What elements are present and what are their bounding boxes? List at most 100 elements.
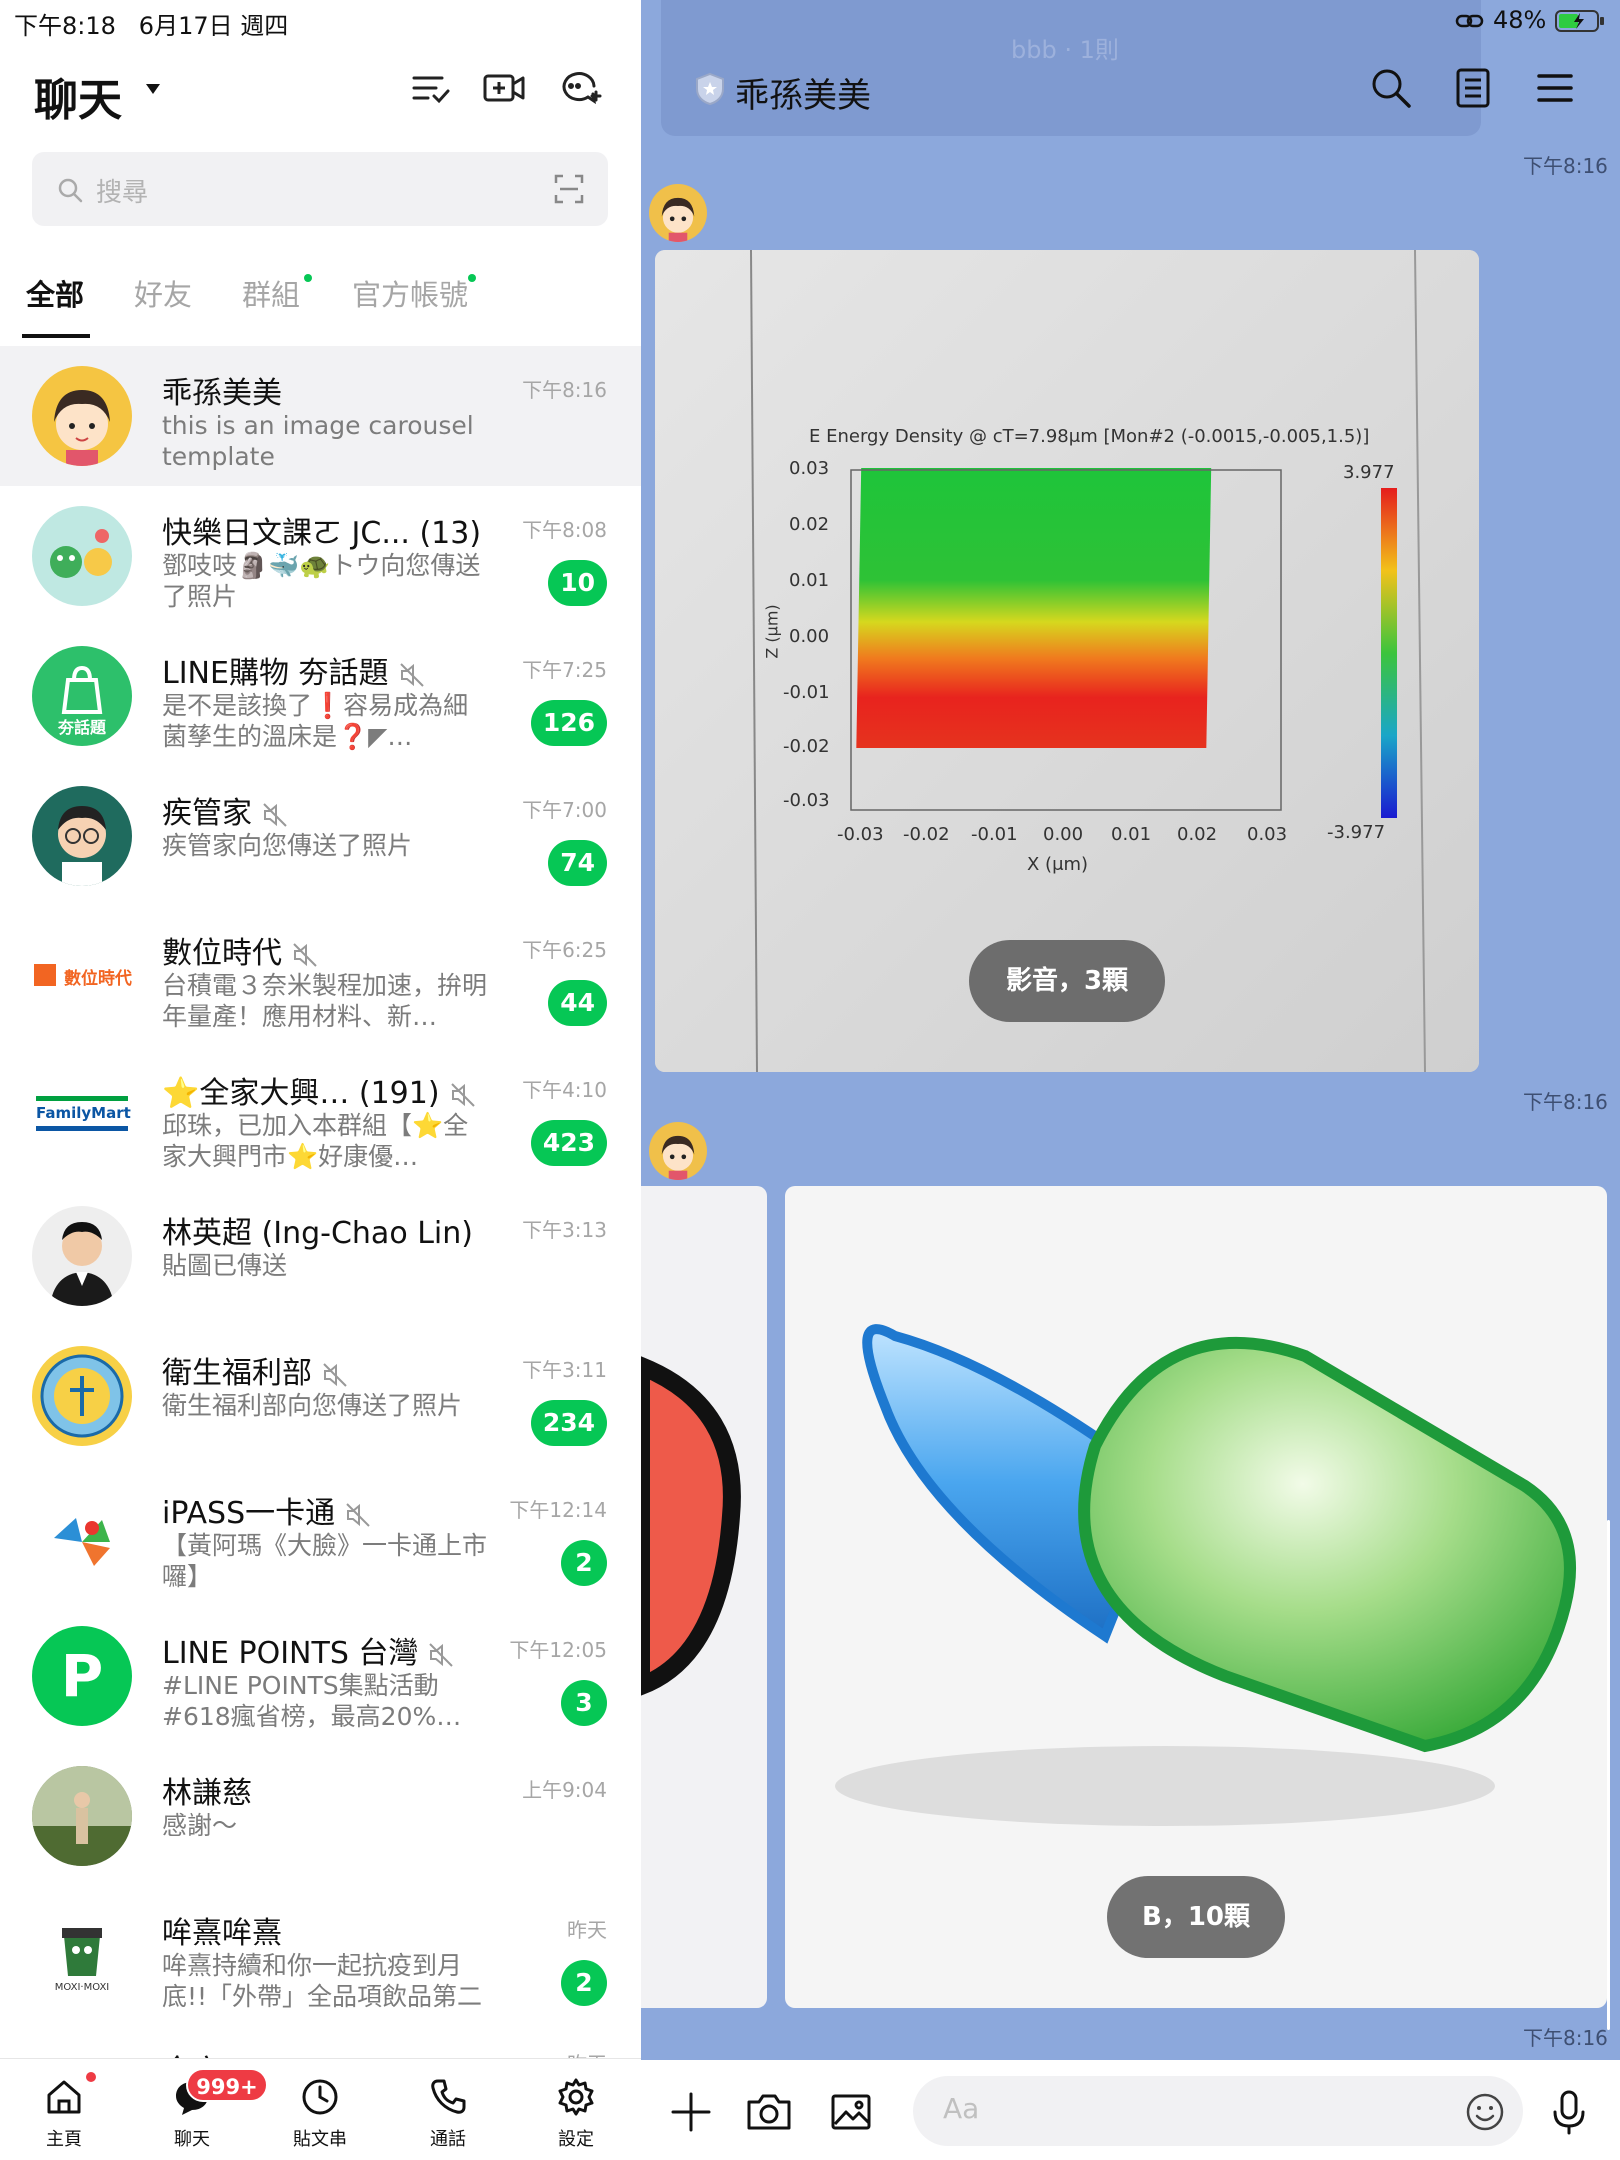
search-bar[interactable]: 搜尋 bbox=[32, 152, 608, 226]
mute-icon bbox=[429, 1642, 454, 1667]
unread-badge: 3 bbox=[561, 1680, 607, 1726]
new-chat-icon[interactable] bbox=[558, 66, 602, 110]
search-input[interactable]: 搜尋 bbox=[96, 172, 148, 209]
avatar bbox=[32, 1486, 132, 1586]
tab-all[interactable]: 全部 bbox=[26, 272, 84, 314]
carousel-card-previous[interactable] bbox=[641, 1186, 767, 2008]
chat-name: 林英超 (Ing-Chao Lin) bbox=[162, 1216, 473, 1251]
chat-row[interactable]: 夯話題 LINE購物 夯話題 是不是該換了❗容易成為細菌孳生的溫床是❓◤… 下午… bbox=[0, 626, 641, 766]
mute-icon bbox=[450, 1082, 475, 1107]
camera-icon[interactable] bbox=[745, 2090, 793, 2134]
chat-row[interactable]: 快樂日文課ㄛ JC... (13) 鄧吱吱🗿🐳🐢トウ向您傳送了照片 下午8:08… bbox=[0, 486, 641, 626]
chat-name: 哞熹哞熹 bbox=[162, 1916, 282, 1951]
chat-name: ⭐全家大興… (191) bbox=[162, 1068, 476, 1112]
plus-icon[interactable] bbox=[669, 2090, 713, 2134]
chat-list-pane: 下午8:18 6月17日 週四 聊天 搜尋 全部 好友 群組 官方帳號 乖孫美美… bbox=[0, 0, 641, 2160]
carousel-card-capsule[interactable]: B，10顆 bbox=[785, 1186, 1607, 2008]
avatar bbox=[32, 1766, 132, 1866]
message-input-bar: Aa bbox=[641, 2060, 1620, 2160]
image-icon[interactable] bbox=[829, 2090, 873, 2134]
chat-tabs: 全部 好友 群組 官方帳號 bbox=[0, 266, 641, 340]
avatar bbox=[32, 1346, 132, 1446]
status-bar-right: 48% bbox=[1455, 6, 1606, 34]
chat-row[interactable]: 乖孫美美 this is an image carousel template … bbox=[0, 346, 641, 486]
emoji-icon[interactable] bbox=[1465, 2092, 1505, 2132]
sender-avatar[interactable] bbox=[649, 184, 707, 242]
avatar-caption: 數位時代 bbox=[64, 969, 132, 989]
avatar-caption: P bbox=[60, 1642, 104, 1710]
chat-row[interactable]: P LINE POINTS 台灣 #LINE POINTS集點活動#618瘋省榜… bbox=[0, 1606, 641, 1746]
chat-preview: #LINE POINTS集點活動#618瘋省榜，最高20%… bbox=[162, 1671, 462, 1731]
chat-name: 全家 FamilyMart bbox=[162, 2046, 396, 2058]
chat-name: 乖孫美美 bbox=[162, 376, 282, 411]
chevron-down-icon[interactable] bbox=[146, 84, 160, 94]
avatar: 夯話題 bbox=[32, 646, 132, 746]
tab-friends[interactable]: 好友 bbox=[134, 272, 192, 314]
nav-settings[interactable]: 設定 bbox=[526, 2077, 626, 2151]
mute-icon bbox=[323, 1362, 347, 1387]
tab-official-accounts[interactable]: 官方帳號 bbox=[352, 272, 468, 314]
chat-row[interactable]: 林英超 (Ing-Chao Lin) 貼圖已傳送 下午3:13 bbox=[0, 1186, 641, 1326]
chat-row[interactable]: 衛生福利部 衛生福利部向您傳送了照片 下午3:11 234 bbox=[0, 1326, 641, 1466]
avatar-caption: 夯話題 bbox=[57, 718, 106, 737]
carousel-action-button[interactable]: 影音，3顆 bbox=[969, 940, 1165, 1022]
chat-row[interactable]: 林謙慈 感謝～ 上午9:04 bbox=[0, 1746, 641, 1886]
chat-time: 下午3:11 bbox=[522, 1358, 607, 1382]
chat-preview: 貼圖已傳送 bbox=[162, 1251, 288, 1280]
chat-name: iPASS一卡通 bbox=[162, 1488, 371, 1532]
video-chat-icon[interactable] bbox=[482, 66, 526, 110]
clock-icon bbox=[302, 2079, 338, 2115]
nav-home[interactable]: 主頁 bbox=[14, 2077, 114, 2151]
scrollbar[interactable] bbox=[1607, 1520, 1610, 2030]
avatar-caption: FamilyMart bbox=[36, 1104, 131, 1122]
chat-name: 數位時代 bbox=[162, 928, 318, 972]
microphone-icon[interactable] bbox=[1549, 2088, 1589, 2136]
chat-time: 下午7:00 bbox=[522, 798, 607, 822]
search-icon[interactable] bbox=[1369, 66, 1413, 110]
sender-avatar[interactable] bbox=[649, 1122, 707, 1180]
chat-row[interactable]: FamilyMart ⭐全家大興… (191) 邱珠，已加入本群組【⭐全家大興門… bbox=[0, 1046, 641, 1186]
capsule-partial-image bbox=[641, 1356, 741, 1696]
tab-groups[interactable]: 群組 bbox=[242, 272, 300, 314]
menu-icon[interactable] bbox=[1535, 68, 1575, 108]
avatar bbox=[32, 366, 132, 466]
avatar: P bbox=[32, 1626, 132, 1726]
chat-time: 下午12:05 bbox=[509, 1638, 607, 1662]
chat-row[interactable]: 疾管家 疾管家向您傳送了照片 下午7:00 74 bbox=[0, 766, 641, 906]
chat-name: 疾管家 bbox=[162, 788, 288, 832]
chat-preview: 鄧吱吱🗿🐳🐢トウ向您傳送了照片 bbox=[162, 551, 481, 611]
conversation-title[interactable]: 乖孫美美 bbox=[735, 68, 871, 117]
chat-time: 下午12:14 bbox=[509, 1498, 607, 1522]
chat-preview: 感謝～ bbox=[162, 1811, 238, 1840]
message-input[interactable]: Aa bbox=[913, 2076, 1523, 2146]
chat-row[interactable]: MOXI·MOXI 哞熹哞熹 哞熹持續和你一起抗疫到月底!!「外帶」全品項飲品第… bbox=[0, 1886, 641, 2026]
tab-active-underline bbox=[22, 334, 90, 338]
carousel-card-video[interactable]: E Energy Density @ cT=7.98μm [Mon#2 (-0.… bbox=[655, 250, 1479, 1072]
battery-icon bbox=[1555, 10, 1604, 32]
chat-preview: this is an image carousel template bbox=[162, 411, 474, 471]
notification-dot bbox=[86, 2072, 96, 2082]
chat-row[interactable]: 全家 FamilyMart 昨天 bbox=[0, 2026, 641, 2058]
notes-icon[interactable] bbox=[1453, 66, 1493, 110]
carousel-action-button[interactable]: B，10顆 bbox=[1107, 1876, 1285, 1958]
sort-list-icon[interactable] bbox=[408, 66, 452, 110]
chat-time: 下午3:13 bbox=[522, 1218, 607, 1242]
chat-time: 下午6:25 bbox=[522, 938, 607, 962]
chat-row[interactable]: 數位時代 數位時代 台積電３奈米製程加速，拚明年量產！應用材料、新… 下午6:2… bbox=[0, 906, 641, 1046]
bottom-navigation: 主頁 聊天 貼文串 通話 設定 bbox=[0, 2058, 641, 2160]
chat-time: 下午7:25 bbox=[522, 658, 607, 682]
chat-preview: 哞熹持續和你一起抗疫到月底!!「外帶」全品項飲品第二杯… bbox=[162, 1951, 483, 2014]
photo-colorbar-max: 3.977 bbox=[1343, 462, 1395, 483]
chat-row[interactable]: iPASS一卡通 【黃阿瑪《大臉》一卡通上市囉】 下午12:14 2 bbox=[0, 1466, 641, 1606]
nav-calls[interactable]: 通話 bbox=[398, 2077, 498, 2151]
unread-badge: 10 bbox=[548, 560, 607, 606]
avatar bbox=[32, 1206, 132, 1306]
avatar: MOXI·MOXI bbox=[32, 1906, 132, 2006]
scan-icon[interactable] bbox=[554, 174, 584, 204]
unread-badge: 74 bbox=[548, 840, 607, 886]
message-time: 下午8:16 bbox=[1523, 2026, 1608, 2050]
page-title[interactable]: 聊天 bbox=[34, 64, 122, 128]
nav-timeline[interactable]: 貼文串 bbox=[270, 2077, 370, 2151]
photo-chart-title: E Energy Density @ cT=7.98μm [Mon#2 (-0.… bbox=[809, 426, 1370, 447]
link-icon bbox=[1456, 14, 1484, 28]
